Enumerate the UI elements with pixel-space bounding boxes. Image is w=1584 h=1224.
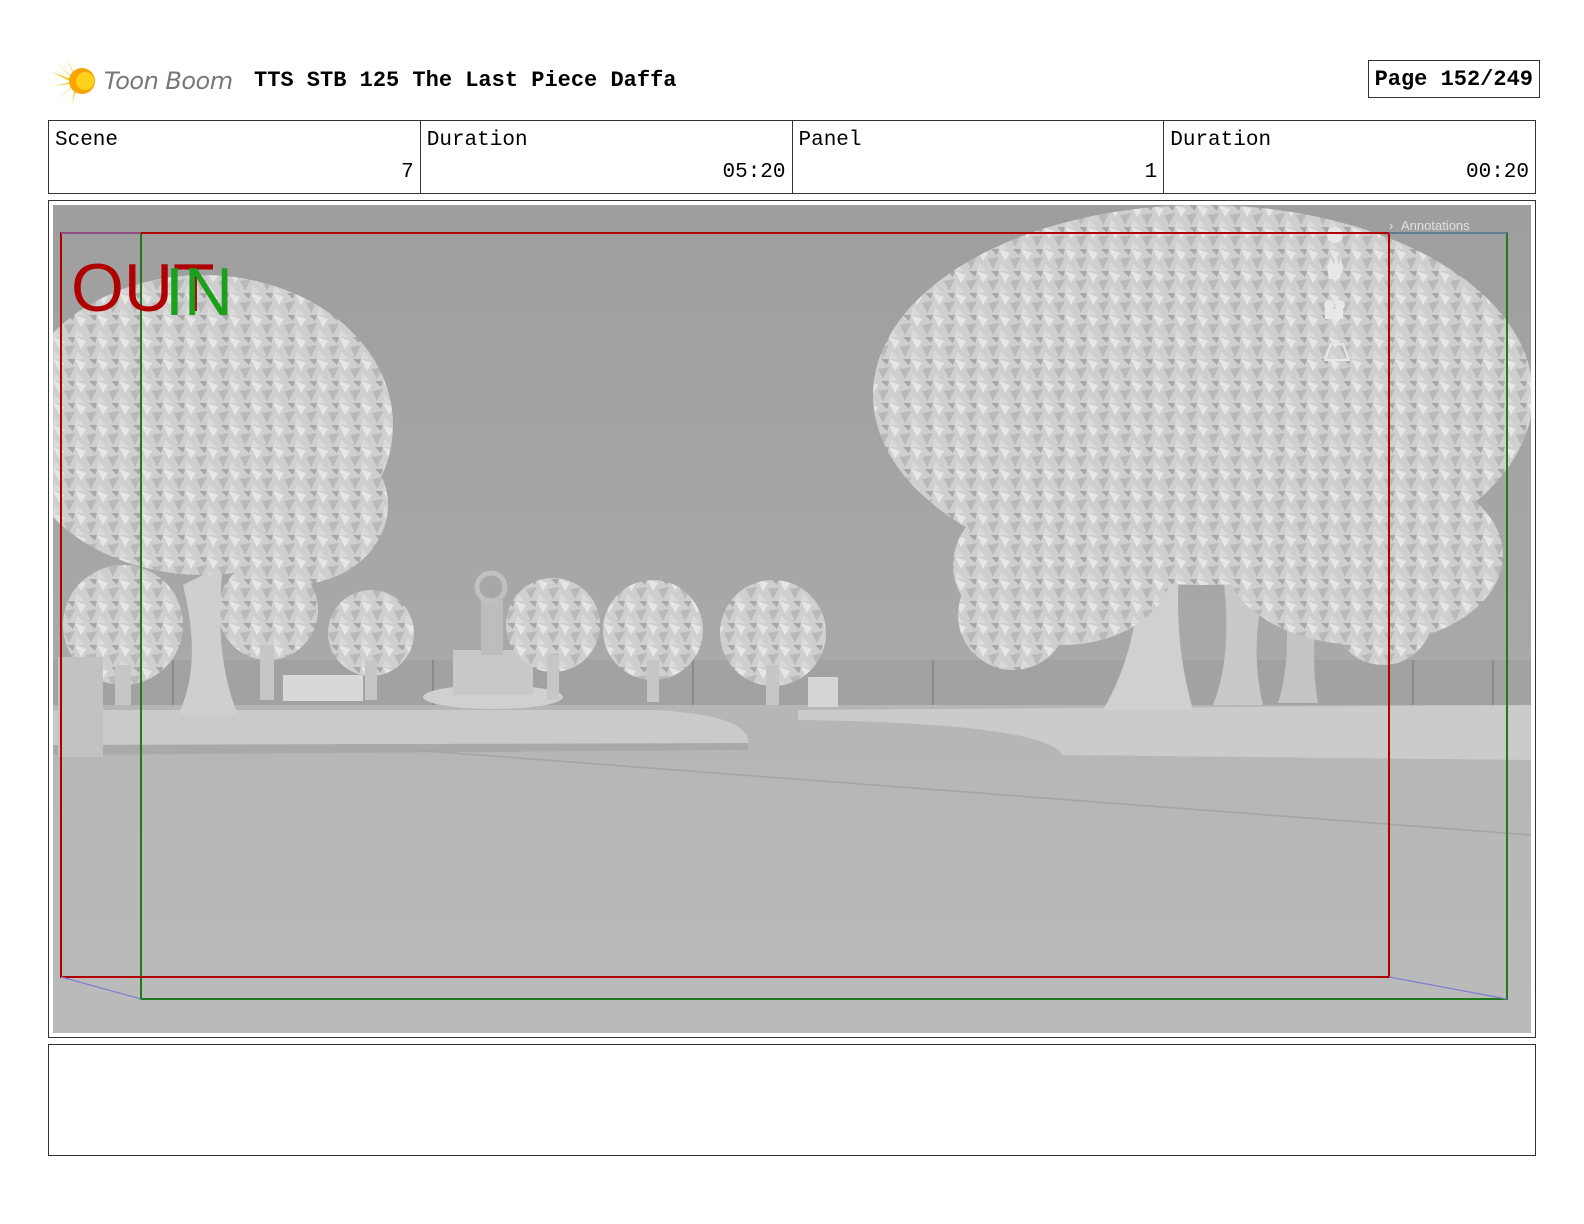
scene-info-table: Scene 7 Duration 05:20 Panel 1 Duration … [48, 120, 1536, 194]
panel-cell: Panel 1 [793, 121, 1165, 193]
scene-label: Scene [55, 129, 119, 152]
panel-image: Annotations › OUT IN [53, 205, 1531, 1033]
sunburst-icon [52, 56, 95, 104]
panel-duration-cell: Duration 00:20 [1164, 121, 1535, 193]
scene-cell: Scene 7 [49, 121, 421, 193]
scene-duration-value: 05:20 [722, 161, 786, 184]
bench [283, 675, 363, 701]
document-title: TTS STB 125 The Last Piece Daffa [254, 68, 677, 93]
scene-value: 7 [401, 161, 414, 184]
annotations-label[interactable]: Annotations [1401, 218, 1470, 233]
trash-can [808, 677, 838, 707]
page-header: Toon Boom TTS STB 125 The Last Piece Daf… [52, 56, 1540, 106]
chevron-right-icon: › [1389, 218, 1393, 233]
scene-duration-cell: Duration 05:20 [421, 121, 793, 193]
page-number: Page 152/249 [1367, 60, 1540, 98]
panel-value: 1 [1144, 161, 1158, 184]
zoom-icon[interactable] [1327, 227, 1343, 243]
panel-duration-label: Duration [1170, 129, 1272, 152]
in-label: IN [165, 254, 233, 330]
panel-duration-value: 00:20 [1465, 161, 1529, 184]
scene-duration-label: Duration [426, 129, 528, 152]
park-scene: Annotations › OUT IN [53, 205, 1531, 1033]
toon-boom-logo: Toon Boom [52, 56, 233, 106]
trash-bin-left [58, 657, 103, 757]
panel-label: Panel [798, 129, 862, 152]
logo-text: Toon Boom [104, 67, 233, 95]
panel-frame: Annotations › OUT IN [48, 200, 1536, 1038]
notes-box [48, 1044, 1536, 1156]
